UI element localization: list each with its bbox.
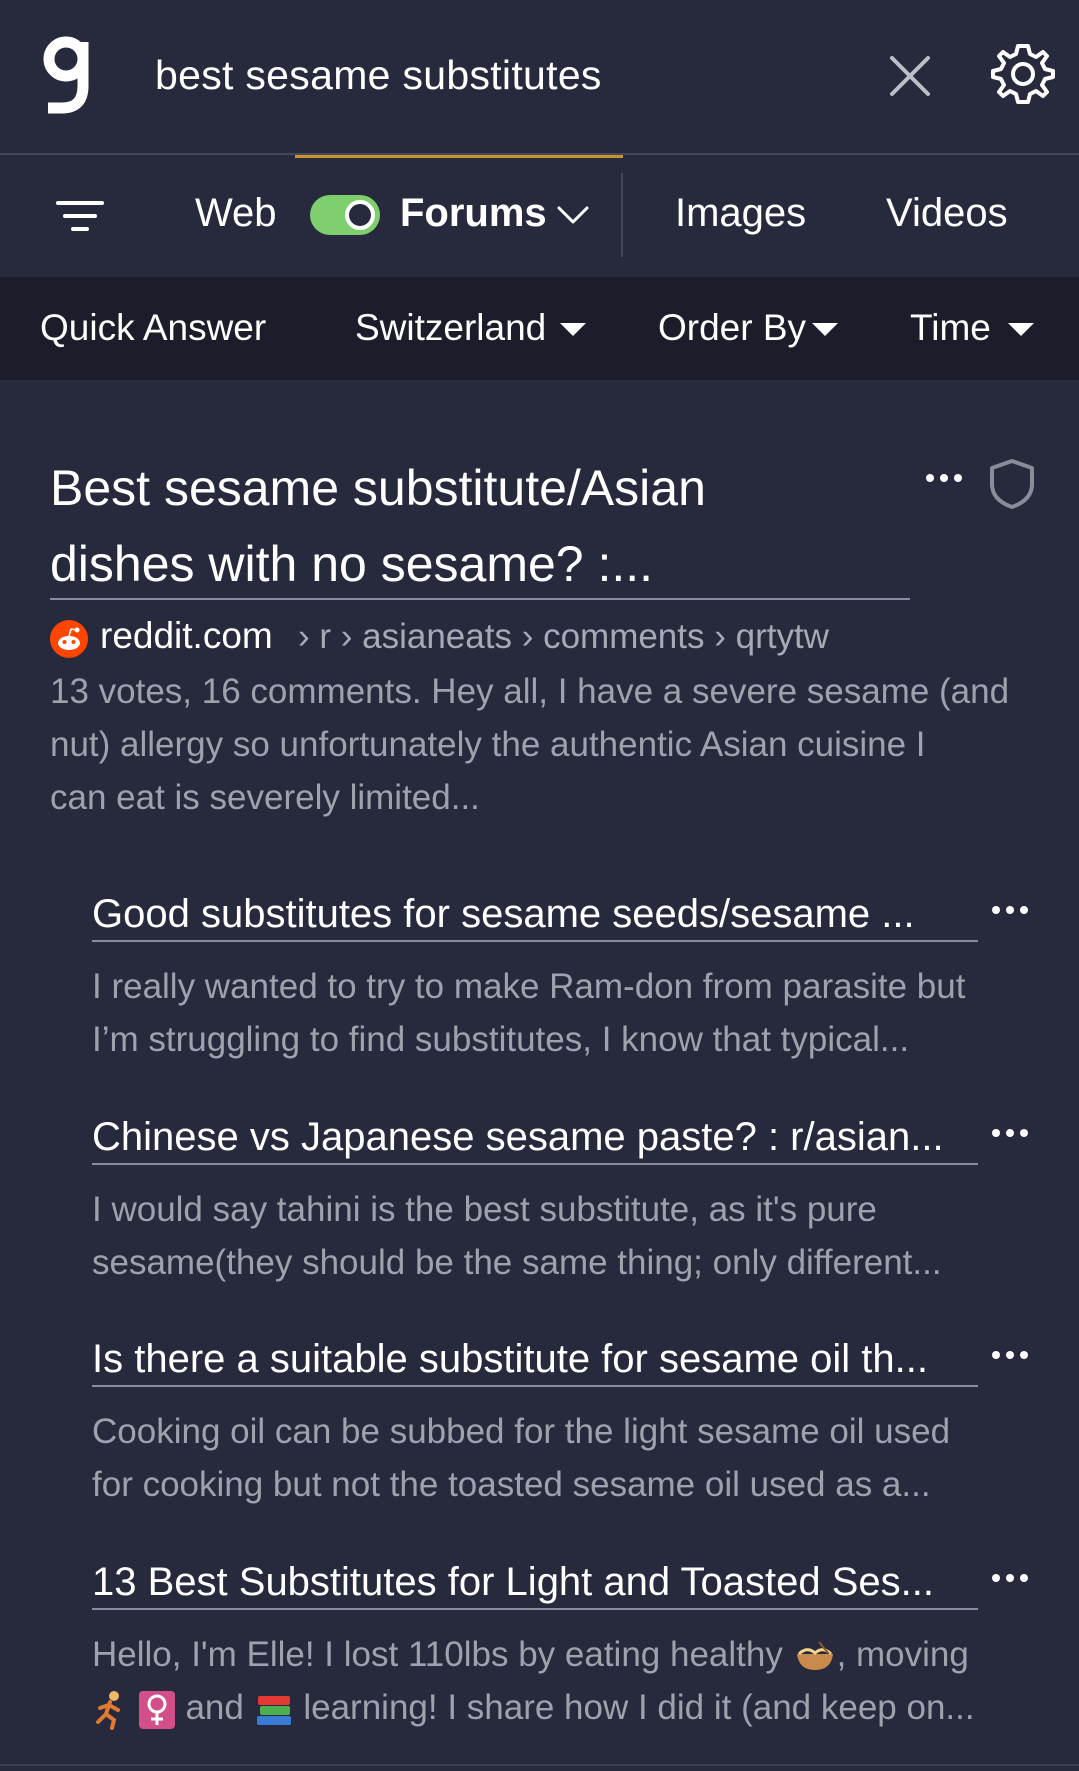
snippet-text: Hello, I'm Elle! I lost 110lbs by eating… bbox=[92, 1635, 783, 1674]
search-input[interactable] bbox=[155, 40, 855, 110]
shield-icon[interactable] bbox=[988, 458, 1036, 510]
sub-result-underline bbox=[92, 1608, 978, 1610]
snippet-line: Cooking oil can be subbed for the light … bbox=[92, 1412, 951, 1451]
more-dots-icon[interactable] bbox=[990, 902, 1030, 918]
more-dots-icon[interactable] bbox=[924, 470, 964, 486]
snippet-line: for cooking but not the toasted sesame o… bbox=[92, 1465, 931, 1504]
sub-result-underline bbox=[92, 1163, 978, 1165]
sub-result-underline bbox=[92, 1385, 978, 1387]
sub-result-title-link[interactable]: Is there a suitable substitute for sesam… bbox=[92, 1334, 978, 1384]
reddit-icon bbox=[50, 620, 88, 658]
tab-divider bbox=[621, 173, 623, 257]
runner-icon bbox=[96, 1690, 120, 1730]
order-by-caret-icon[interactable] bbox=[812, 323, 838, 336]
result-path: › r › asianeats › comments › qrtytw bbox=[298, 617, 829, 656]
time-dropdown[interactable]: Time bbox=[910, 307, 991, 349]
snippet-text: , moving bbox=[836, 1635, 969, 1674]
snippet-line: nut) allergy so unfortunately the authen… bbox=[50, 725, 926, 764]
sub-result-snippet: I really wanted to try to make Ram-don f… bbox=[92, 960, 1032, 1066]
snippet-line: can eat is severely limited... bbox=[50, 778, 480, 817]
snippet-line: I would say tahini is the best substitut… bbox=[92, 1190, 877, 1229]
tab-images[interactable]: Images bbox=[675, 191, 806, 236]
forums-toggle[interactable] bbox=[310, 195, 380, 235]
toggle-knob bbox=[345, 200, 375, 230]
sub-result-snippet: I would say tahini is the best substitut… bbox=[92, 1183, 1032, 1289]
close-icon[interactable] bbox=[884, 50, 936, 102]
result-domain[interactable]: reddit.com bbox=[100, 615, 273, 657]
chevron-down-icon[interactable] bbox=[556, 203, 590, 227]
sub-result-title-link[interactable]: 13 Best Substitutes for Light and Toaste… bbox=[92, 1557, 978, 1607]
result-title-line: Best sesame substitute/Asian bbox=[50, 460, 706, 516]
female-sign-icon bbox=[138, 1690, 175, 1729]
region-caret-icon[interactable] bbox=[560, 323, 586, 336]
snippet-text: learning! I share how I did it (and keep… bbox=[303, 1688, 975, 1727]
quick-answer-button[interactable]: Quick Answer bbox=[40, 307, 266, 349]
g-logo-icon[interactable] bbox=[42, 34, 94, 114]
sub-result-snippet: Cooking oil can be subbed for the light … bbox=[92, 1405, 1032, 1511]
filter-bar: Quick Answer Switzerland Order By Time bbox=[0, 277, 1079, 380]
snippet-line: and learning! I share how I did it (and … bbox=[92, 1681, 1032, 1734]
snippet-line: Hello, I'm Elle! I lost 110lbs by eating… bbox=[92, 1628, 1032, 1681]
sub-result-title-link[interactable]: Chinese vs Japanese sesame paste? : r/as… bbox=[92, 1112, 978, 1162]
tab-forums[interactable]: Forums bbox=[400, 191, 547, 236]
result-snippet: 13 votes, 16 comments. Hey all, I have a… bbox=[50, 665, 1040, 824]
filter-lines-icon[interactable] bbox=[56, 199, 104, 235]
active-tab-indicator bbox=[295, 155, 623, 158]
result-title-link[interactable]: Best sesame substitute/Asian dishes with… bbox=[50, 450, 910, 602]
snippet-line: 13 votes, 16 comments. Hey all, I have a… bbox=[50, 672, 1010, 711]
more-dots-icon[interactable] bbox=[990, 1347, 1030, 1363]
sub-result-underline bbox=[92, 940, 978, 942]
sub-result-title-link[interactable]: Good substitutes for sesame seeds/sesame… bbox=[92, 889, 978, 939]
more-dots-icon[interactable] bbox=[990, 1125, 1030, 1141]
search-type-tabs: Web Forums Images Videos bbox=[0, 155, 1079, 277]
gear-icon[interactable] bbox=[990, 40, 1056, 106]
order-by-dropdown[interactable]: Order By bbox=[658, 307, 806, 349]
sub-result-snippet: Hello, I'm Elle! I lost 110lbs by eating… bbox=[92, 1628, 1032, 1734]
snippet-text: and bbox=[185, 1688, 244, 1727]
result-title-line: dishes with no sesame? :... bbox=[50, 536, 654, 592]
time-caret-icon[interactable] bbox=[1008, 323, 1034, 336]
snippet-line: sesame(they should be the same thing; on… bbox=[92, 1243, 942, 1282]
result-title-underline bbox=[50, 598, 910, 600]
books-icon bbox=[256, 1695, 291, 1725]
snippet-line: I really wanted to try to make Ram-don f… bbox=[92, 967, 966, 1006]
tab-web[interactable]: Web bbox=[195, 191, 277, 236]
search-header bbox=[0, 0, 1079, 155]
snippet-line: I’m struggling to find substitutes, I kn… bbox=[92, 1020, 910, 1059]
tab-videos[interactable]: Videos bbox=[886, 191, 1008, 236]
noodle-bowl-icon bbox=[796, 1641, 833, 1670]
bottom-divider bbox=[0, 1764, 1079, 1766]
region-dropdown[interactable]: Switzerland bbox=[355, 307, 546, 349]
more-dots-icon[interactable] bbox=[990, 1570, 1030, 1586]
